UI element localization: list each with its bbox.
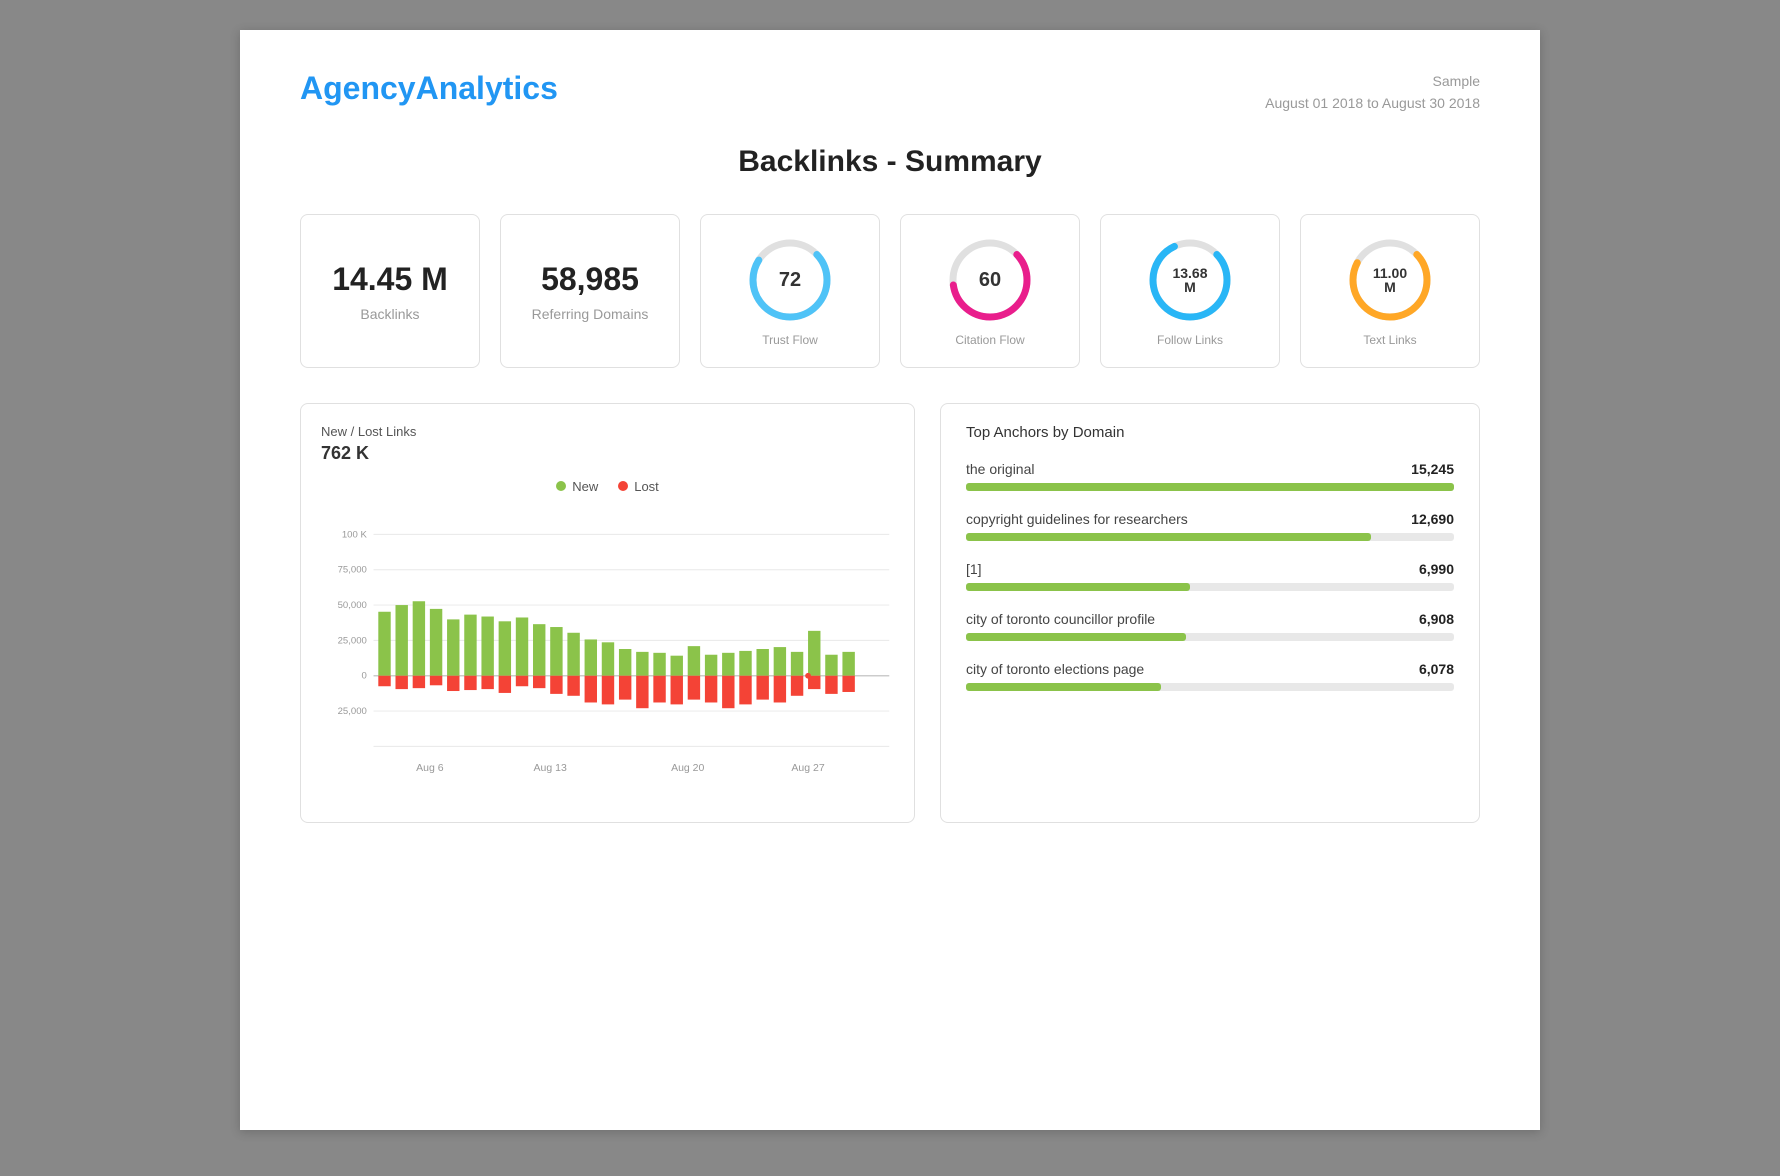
anchor-fill-5 [966,683,1161,691]
svg-text:75,000: 75,000 [338,564,367,575]
backlinks-value: 14.45 M [332,260,448,298]
anchor-track-2 [966,533,1454,541]
anchor-row-2: copyright guidelines for researchers 12,… [966,511,1454,527]
anchor-fill-4 [966,633,1186,641]
citation-flow-label: Citation Flow [955,333,1024,347]
logo: AgencyAnalytics [300,70,558,107]
chart-title: New / Lost Links [321,424,894,439]
anchor-count-4: 6,908 [1419,611,1454,627]
meta-label: Sample [1265,70,1480,92]
anchor-track-4 [966,633,1454,641]
anchor-item-3: [1] 6,990 [966,561,1454,591]
anchor-name-3: [1] [966,561,982,577]
legend-lost-label: Lost [634,479,659,494]
anchors-panel: Top Anchors by Domain the original 15,24… [940,403,1480,823]
anchor-name-2: copyright guidelines for researchers [966,511,1188,527]
anchor-item-5: city of toronto elections page 6,078 [966,661,1454,691]
anchor-count-2: 12,690 [1411,511,1454,527]
svg-text:25,000: 25,000 [338,635,367,646]
page-title: Backlinks - Summary [300,145,1480,179]
svg-text:Aug 27: Aug 27 [791,762,824,774]
logo-agency: Agency [300,70,416,106]
legend-new: New [556,479,598,494]
header: AgencyAnalytics Sample August 01 2018 to… [300,70,1480,115]
legend-new-label: New [572,479,598,494]
anchor-track-1 [966,483,1454,491]
referring-domains-label: Referring Domains [532,306,649,322]
metrics-row: 14.45 M Backlinks 58,985 Referring Domai… [300,214,1480,368]
anchor-track-3 [966,583,1454,591]
logo-analytics: Analytics [416,70,558,106]
anchor-count-3: 6,990 [1419,561,1454,577]
anchor-fill-3 [966,583,1190,591]
bar-chart-svg: 100 K 75,000 50,000 25,000 0 25,000 [321,509,894,789]
anchor-item-2: copyright guidelines for researchers 12,… [966,511,1454,541]
follow-links-donut: 13.68 M [1145,235,1235,325]
anchor-row-4: city of toronto councillor profile 6,908 [966,611,1454,627]
bottom-row: New / Lost Links 762 K New Lost [300,403,1480,823]
metric-card-backlinks: 14.45 M Backlinks [300,214,480,368]
bars-group [378,601,855,708]
follow-links-value: 13.68 M [1168,266,1213,294]
metric-card-citation-flow: 60 Citation Flow [900,214,1080,368]
citation-flow-value: 60 [979,270,1001,290]
anchor-name-5: city of toronto elections page [966,661,1144,677]
anchor-fill-2 [966,533,1371,541]
chart-subtitle: 762 K [321,443,894,464]
svg-text:Aug 20: Aug 20 [671,762,704,774]
follow-links-label: Follow Links [1157,333,1223,347]
header-meta: Sample August 01 2018 to August 30 2018 [1265,70,1480,115]
anchor-row-1: the original 15,245 [966,461,1454,477]
trust-flow-label: Trust Flow [762,333,818,347]
citation-flow-donut: 60 [945,235,1035,325]
anchor-row-5: city of toronto elections page 6,078 [966,661,1454,677]
anchor-fill-1 [966,483,1454,491]
legend-new-dot [556,481,566,491]
anchor-name-4: city of toronto councillor profile [966,611,1155,627]
report-container: AgencyAnalytics Sample August 01 2018 to… [240,30,1540,1130]
chart-legend: New Lost [321,479,894,494]
referring-domains-value: 58,985 [541,260,639,298]
anchors-title: Top Anchors by Domain [966,424,1454,441]
anchor-row-3: [1] 6,990 [966,561,1454,577]
bar-chart-panel: New / Lost Links 762 K New Lost [300,403,915,823]
metric-card-text-links: 11.00 M Text Links [1300,214,1480,368]
anchor-track-5 [966,683,1454,691]
text-links-value: 11.00 M [1368,266,1413,294]
text-links-label: Text Links [1363,333,1416,347]
svg-text:50,000: 50,000 [338,600,367,611]
svg-text:100 K: 100 K [342,529,368,540]
anchor-count-1: 15,245 [1411,461,1454,477]
trust-flow-donut: 72 [745,235,835,325]
text-links-donut: 11.00 M [1345,235,1435,325]
metric-card-referring-domains: 58,985 Referring Domains [500,214,680,368]
anchor-name-1: the original [966,461,1035,477]
anchor-item-1: the original 15,245 [966,461,1454,491]
svg-text:Aug 6: Aug 6 [416,762,444,774]
svg-text:25,000: 25,000 [338,706,367,717]
trust-flow-value: 72 [779,270,801,290]
legend-lost: Lost [618,479,659,494]
legend-lost-dot [618,481,628,491]
backlinks-label: Backlinks [360,306,419,322]
svg-text:0: 0 [362,670,367,681]
metric-card-trust-flow: 72 Trust Flow [700,214,880,368]
svg-text:Aug 13: Aug 13 [534,762,567,774]
anchor-item-4: city of toronto councillor profile 6,908 [966,611,1454,641]
anchor-count-5: 6,078 [1419,661,1454,677]
metric-card-follow-links: 13.68 M Follow Links [1100,214,1280,368]
meta-date: August 01 2018 to August 30 2018 [1265,92,1480,114]
